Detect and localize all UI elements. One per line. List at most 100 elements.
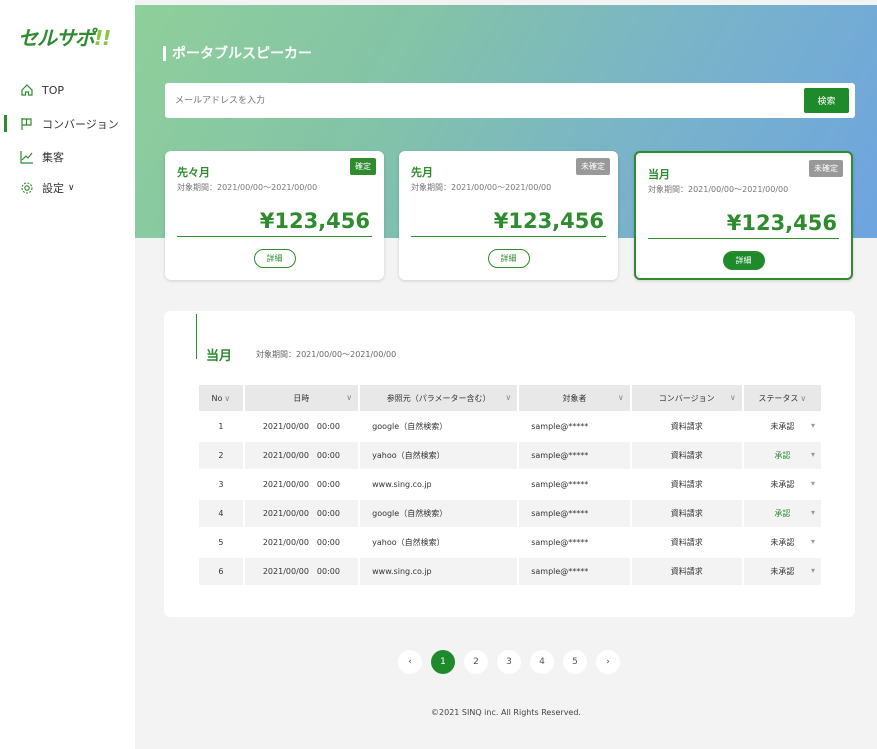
chart-line-icon	[20, 151, 33, 164]
cell-date: 2021/00/00 00:00	[244, 500, 359, 527]
column-header-label: 日時	[293, 393, 310, 403]
cell-no: 1	[199, 413, 243, 440]
card-period: 対象期間：2021/00/00〜2021/00/00	[648, 185, 789, 194]
status-badge: 未確定	[809, 160, 843, 177]
cell-no: 5	[199, 529, 243, 556]
status-select[interactable]: 未承認 ▾	[743, 529, 821, 556]
detail-button[interactable]: 詳細	[253, 249, 296, 268]
card-amount: ¥123,456	[493, 209, 604, 233]
detail-button[interactable]: 詳細	[722, 251, 765, 270]
cell-source: google（自然検索）	[360, 413, 518, 440]
cell-no: 3	[199, 471, 243, 498]
caret-down-icon: ▾	[810, 566, 815, 575]
cell-date: 2021/00/00 00:00	[244, 558, 359, 585]
divider	[648, 238, 839, 239]
cell-source: yahoo（自然検索）	[360, 442, 518, 469]
card-this-month: 当月 対象期間：2021/00/00〜2021/00/00 未確定 ¥123,4…	[634, 151, 853, 280]
sidebar-item-conversion[interactable]: コンバージョン	[20, 116, 119, 132]
next-page-button[interactable]: ›	[596, 650, 620, 674]
status-value: 未承認	[770, 567, 795, 576]
brand-name: セルサポ	[18, 26, 95, 50]
table-row[interactable]: 2 2021/00/00 00:00 yahoo（自然検索） sample@**…	[199, 442, 821, 469]
cell-conversion: 資料請求	[631, 471, 742, 498]
page-button-3[interactable]: 3	[497, 650, 521, 674]
search-input[interactable]	[175, 83, 775, 118]
table-header-row: No ∨ 日時 ∨ 参照元（パラメーター含む） ∨ 対象者 ∨ コンバージョン ∨ ステー…	[199, 385, 821, 411]
brand-mark: !!	[94, 26, 111, 50]
status-select[interactable]: 承認 ▾	[743, 442, 821, 469]
cell-date: 2021/00/00 00:00	[244, 413, 359, 440]
column-header-no[interactable]: No ∨	[199, 385, 243, 411]
sidebar-item-settings[interactable]: 設定 ∨	[20, 180, 75, 196]
cell-source: www.sing.co.jp	[360, 471, 518, 498]
column-header-status[interactable]: ステータス ∨	[743, 385, 821, 411]
column-header-date[interactable]: 日時 ∨	[244, 385, 359, 411]
table-row[interactable]: 1 2021/00/00 00:00 google（自然検索） sample@*…	[199, 413, 821, 440]
sidebar-item-acquisition[interactable]: 集客	[20, 149, 64, 165]
panel-period: 対象期間：2021/00/00〜2021/00/00	[256, 350, 397, 359]
caret-down-icon: ▾	[810, 508, 815, 517]
card-amount: ¥123,456	[259, 209, 370, 233]
chevron-down-icon: ∨	[729, 393, 736, 402]
search-button[interactable]: 検索	[804, 88, 849, 113]
table-row[interactable]: 4 2021/00/00 00:00 google（自然検索） sample@*…	[199, 500, 821, 527]
status-value: 未承認	[770, 480, 795, 489]
title-bar	[163, 45, 166, 61]
table-row[interactable]: 3 2021/00/00 00:00 www.sing.co.jp sample…	[199, 471, 821, 498]
detail-button[interactable]: 詳細	[487, 249, 530, 268]
cell-date: 2021/00/00 00:00	[244, 529, 359, 556]
panel-title: 当月	[206, 349, 233, 364]
sidebar-item-top[interactable]: TOP	[20, 83, 64, 97]
page-title: ポータブルスピーカー	[163, 43, 312, 63]
table-row[interactable]: 5 2021/00/00 00:00 yahoo（自然検索） sample@**…	[199, 529, 821, 556]
caret-down-icon: ▾	[810, 450, 815, 459]
card-title: 先月	[411, 166, 433, 179]
chevron-down-icon: ∨	[224, 393, 231, 403]
caret-down-icon: ▾	[810, 479, 815, 488]
cell-source: yahoo（自然検索）	[360, 529, 518, 556]
column-header-source[interactable]: 参照元（パラメーター含む） ∨	[360, 385, 518, 411]
divider	[411, 236, 606, 237]
card-period: 対象期間：2021/00/00〜2021/00/00	[177, 183, 318, 192]
page-button-2[interactable]: 2	[464, 650, 488, 674]
page-button-5[interactable]: 5	[563, 650, 587, 674]
card-title: 先々月	[177, 166, 210, 179]
chevron-down-icon: ∨	[505, 393, 512, 402]
search-box: 検索	[165, 83, 855, 118]
sidebar-item-label: TOP	[42, 83, 65, 97]
cell-source: google（自然検索）	[360, 500, 518, 527]
pagination: ‹ 1 2 3 4 5 ›	[398, 650, 620, 674]
status-value: 未承認	[770, 422, 795, 431]
column-header-conversion[interactable]: コンバージョン ∨	[631, 385, 742, 411]
cell-conversion: 資料請求	[631, 413, 742, 440]
column-header-label: コンバージョン	[658, 393, 715, 403]
column-header-label: No	[211, 393, 223, 403]
status-value: 承認	[774, 509, 791, 518]
column-header-label: 参照元（パラメーター含む）	[386, 393, 491, 403]
status-select[interactable]: 未承認 ▾	[743, 471, 821, 498]
brand-logo[interactable]: セルサポ!!	[18, 22, 111, 51]
column-header-label: 対象者	[562, 393, 587, 403]
prev-page-button[interactable]: ‹	[398, 650, 422, 674]
page-button-4[interactable]: 4	[530, 650, 554, 674]
chevron-down-icon: ∨	[800, 393, 807, 403]
status-badge: 確定	[350, 158, 376, 175]
cell-no: 4	[199, 500, 243, 527]
sidebar-item-label: コンバージョン	[42, 118, 119, 131]
status-select[interactable]: 承認 ▾	[743, 500, 821, 527]
page-button-1[interactable]: 1	[431, 650, 455, 674]
chevron-down-icon: ∨	[68, 183, 75, 193]
cell-conversion: 資料請求	[631, 558, 742, 585]
cell-target: sample@*****	[519, 413, 630, 440]
table-row[interactable]: 6 2021/00/00 00:00 www.sing.co.jp sample…	[199, 558, 821, 585]
cell-conversion: 資料請求	[631, 442, 742, 469]
cell-date: 2021/00/00 00:00	[244, 471, 359, 498]
cell-target: sample@*****	[519, 471, 630, 498]
divider	[177, 236, 372, 237]
status-select[interactable]: 未承認 ▾	[743, 558, 821, 585]
page-title-text: ポータブルスピーカー	[172, 46, 312, 62]
column-header-target[interactable]: 対象者 ∨	[519, 385, 630, 411]
sidebar-item-label: 設定	[42, 182, 64, 195]
status-select[interactable]: 未承認 ▾	[743, 413, 821, 440]
sidebar-item-label: 集客	[42, 151, 64, 164]
